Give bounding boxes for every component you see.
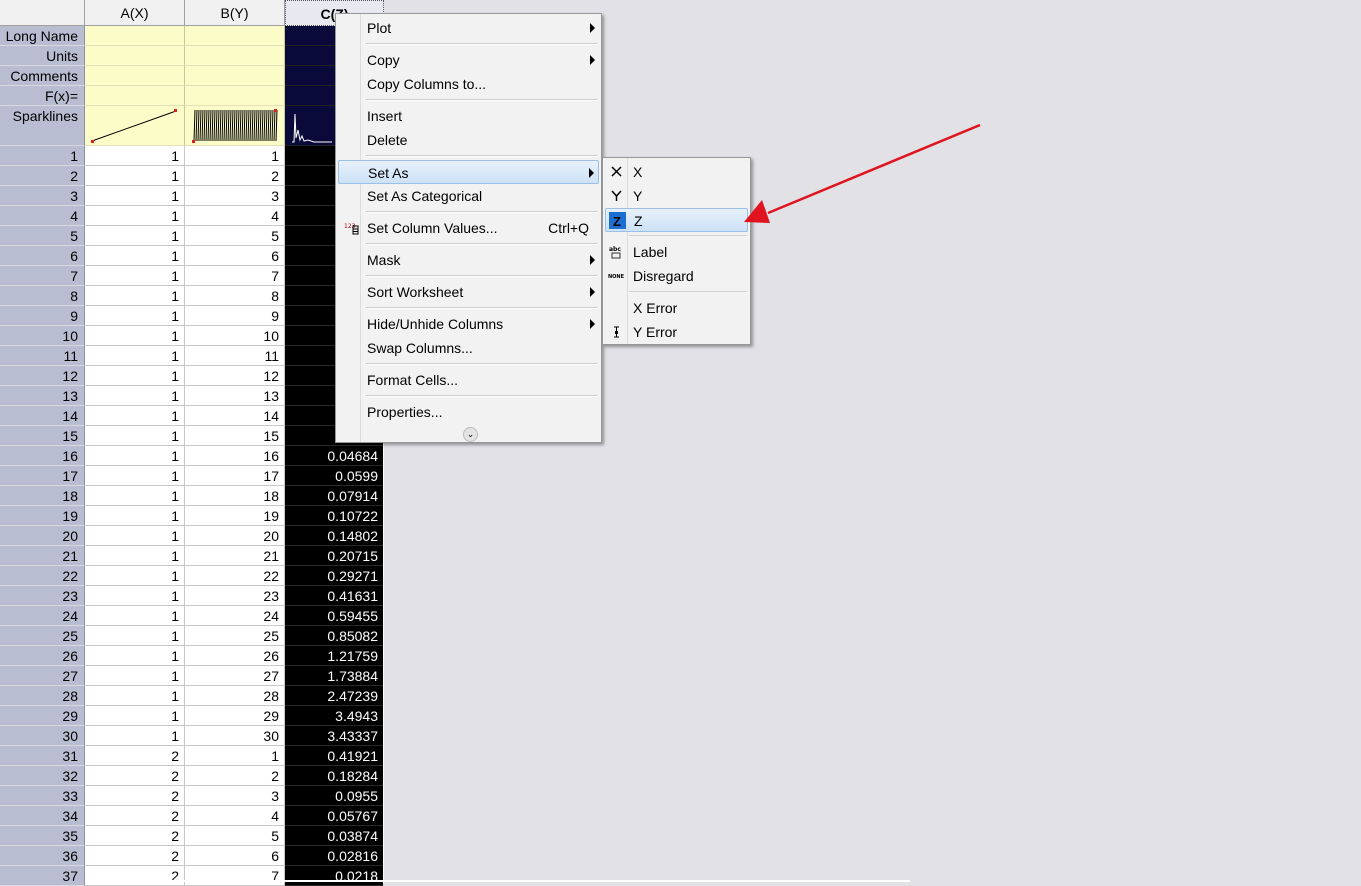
annotation-arrow bbox=[744, 123, 981, 223]
bottom-edge bbox=[105, 880, 910, 882]
arrow-shaft bbox=[767, 123, 981, 215]
arrow-head bbox=[744, 200, 770, 223]
